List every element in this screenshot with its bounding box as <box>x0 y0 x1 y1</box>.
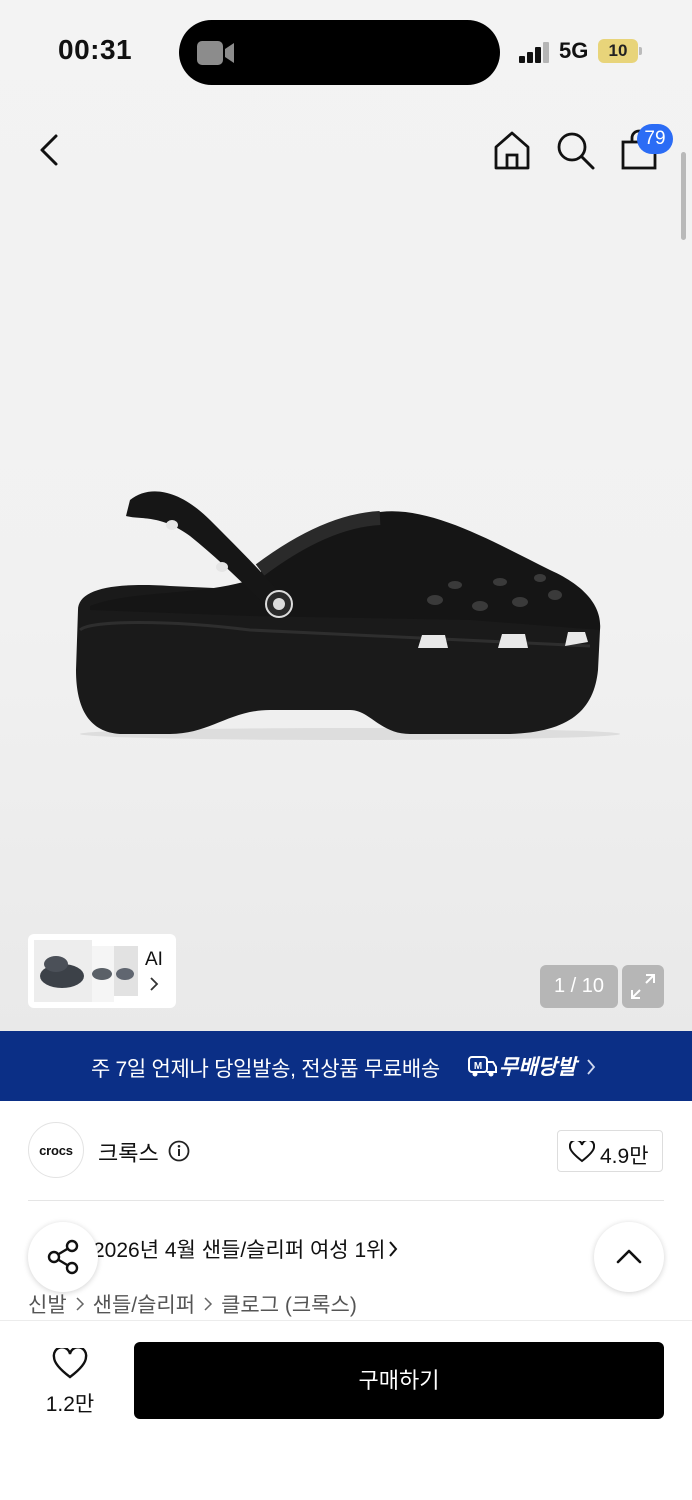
chevron-right-icon <box>76 1297 84 1311</box>
brand-name[interactable]: 크록스 <box>98 1136 159 1168</box>
brand-logo[interactable]: crocs <box>28 1122 84 1178</box>
product-image[interactable] <box>50 470 650 760</box>
search-icon[interactable] <box>553 128 597 172</box>
cart-count-badge: 79 <box>637 124 673 154</box>
buy-button[interactable]: 구매하기 <box>134 1342 664 1419</box>
wishlist-button[interactable]: 1.2만 <box>28 1344 112 1418</box>
chevron-right-icon <box>587 1059 596 1075</box>
divider <box>28 1200 664 1201</box>
share-button[interactable] <box>28 1222 98 1292</box>
info-icon[interactable] <box>168 1140 190 1162</box>
free-delivery-label: 무배당발 <box>499 1056 577 1079</box>
free-delivery-logo: M 무배당발 <box>467 1053 576 1079</box>
status-time: 00:31 <box>58 34 133 65</box>
battery-icon: 10 <box>598 39 642 63</box>
home-icon[interactable] <box>490 128 534 172</box>
network-type: 5G <box>559 38 589 63</box>
chevron-up-icon <box>616 1249 642 1264</box>
signal-icon <box>519 41 551 63</box>
thumbnail-images <box>34 940 138 1002</box>
brand-like-button[interactable]: 4.9만 <box>557 1130 663 1172</box>
chevron-right-icon <box>389 1241 398 1257</box>
product-hero: 00:31 5G 10 79 AI 1 / 10 <box>0 0 692 1031</box>
delivery-banner[interactable]: 주 7일 언제나 당일발송, 전상품 무료배송 M 무배당발 <box>0 1031 692 1101</box>
breadcrumb: 신발 샌들/슬리퍼 클로그 (크록스) <box>28 1289 357 1319</box>
breadcrumb-item[interactable]: 신발 <box>28 1289 67 1319</box>
banner-text: 주 7일 언제나 당일발송, 전상품 무료배송 <box>91 1058 440 1081</box>
heart-icon <box>52 1348 88 1379</box>
breadcrumb-item[interactable]: 샌들/슬리퍼 <box>93 1289 195 1319</box>
chevron-right-icon <box>204 1297 213 1311</box>
video-camera-icon <box>197 41 234 65</box>
ranking-text[interactable]: 2026년 4월 샌들/슬리퍼 여성 1위 <box>93 1234 385 1264</box>
dynamic-island <box>179 20 500 85</box>
brand-like-count: 4.9만 <box>600 1145 649 1168</box>
delivery-truck-icon: M <box>468 1056 497 1077</box>
svg-text:M: M <box>474 1061 482 1072</box>
ai-thumbnail-chip[interactable]: AI <box>28 934 176 1008</box>
breadcrumb-item[interactable]: 클로그 (크록스) <box>221 1289 357 1319</box>
wishlist-count: 1.2만 <box>45 1393 95 1416</box>
scroll-top-button[interactable] <box>594 1222 664 1292</box>
chevron-right-icon <box>150 977 159 991</box>
back-chevron-icon[interactable] <box>30 128 70 172</box>
image-counter: 1 / 10 <box>540 965 618 1008</box>
ai-label: AI <box>145 949 163 970</box>
status-bar: 00:31 5G 10 <box>0 0 692 100</box>
battery-level: 10 <box>598 39 638 63</box>
expand-icon[interactable] <box>622 965 664 1008</box>
share-icon <box>47 1239 79 1275</box>
heart-icon <box>569 1141 595 1163</box>
scrollbar[interactable] <box>681 152 686 240</box>
